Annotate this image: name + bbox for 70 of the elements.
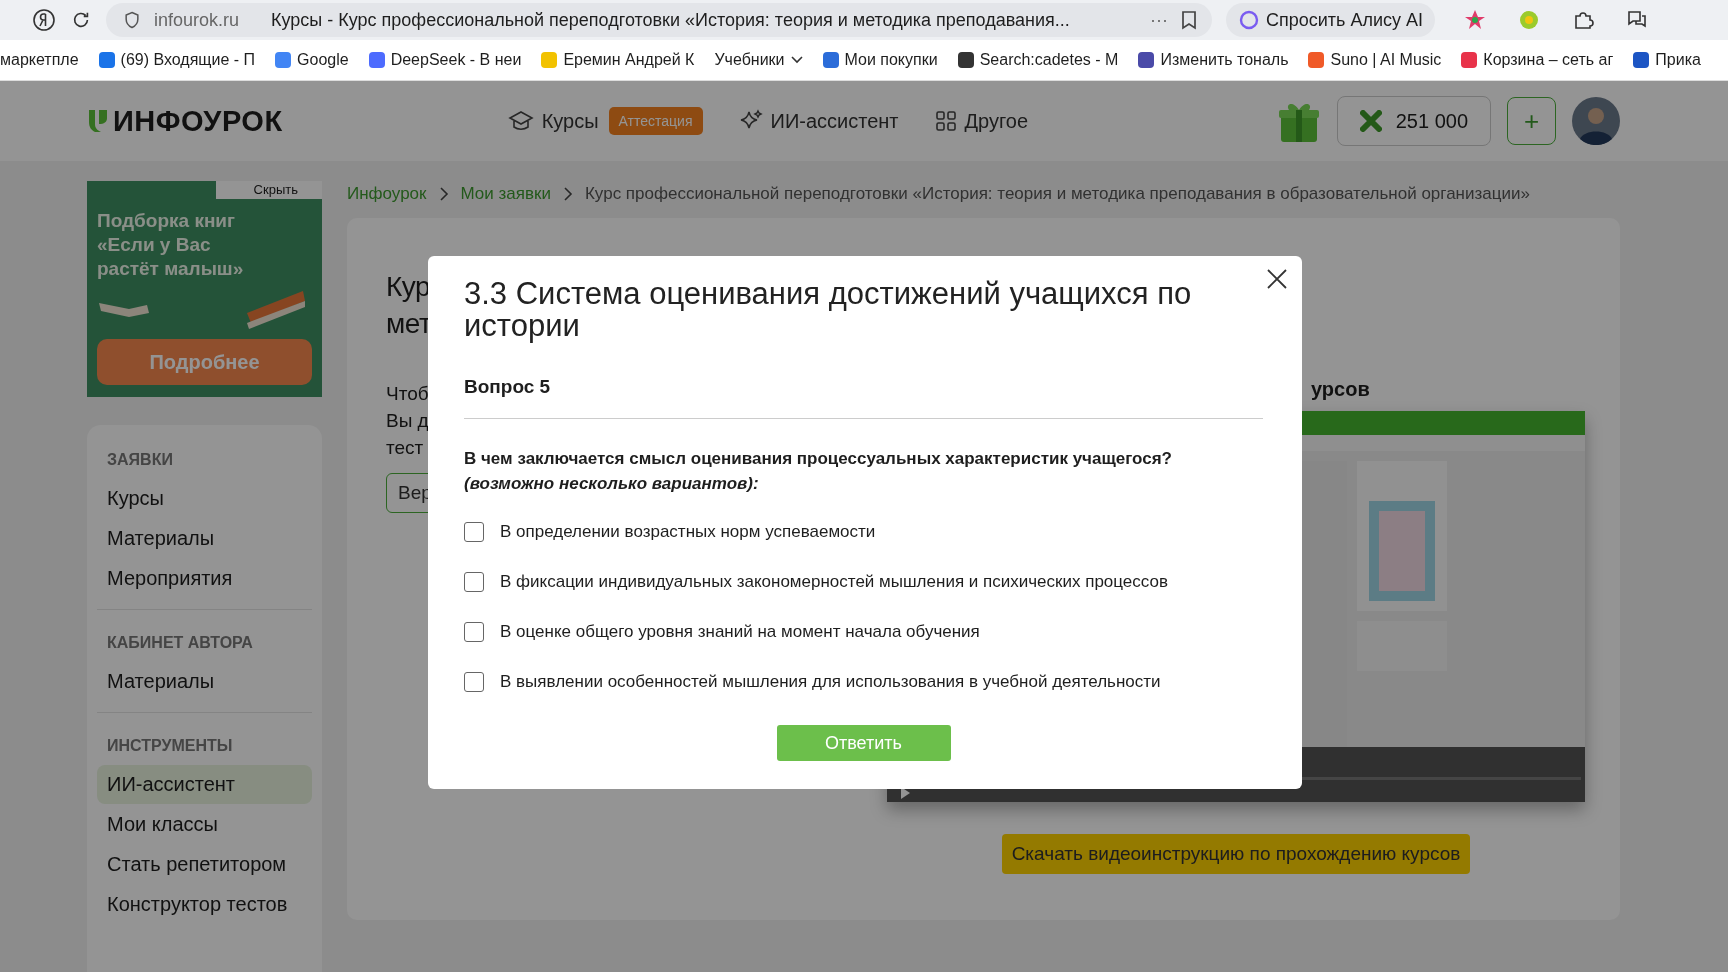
alice-button[interactable]: Спросить Алису AI bbox=[1226, 3, 1436, 37]
checkbox[interactable] bbox=[464, 522, 484, 542]
question-number: Вопрос 5 bbox=[464, 376, 1263, 419]
sidebar-item[interactable]: Материалы bbox=[97, 662, 312, 701]
close-icon[interactable] bbox=[1266, 268, 1288, 290]
section-heading: КАБИНЕТ АВТОРА bbox=[106, 633, 254, 653]
site-address: infourok.ru bbox=[154, 9, 240, 31]
grid-icon bbox=[934, 110, 957, 132]
caret-icon bbox=[790, 56, 803, 64]
option-label[interactable]: В фиксации индивидуальных закономерностей мышления и психических процессов bbox=[500, 572, 1168, 592]
breadcrumb-current: Курс профессиональной переподготовки «История: теория и методика преподавания в образовательной организации» bbox=[584, 184, 1530, 204]
address-bar[interactable]: infourok.ru Курсы - Курс профессиональной переподготовки «История: теория и методика преподавания... ··· bbox=[106, 3, 1212, 37]
bookmark[interactable]: Search:cadetes - M bbox=[957, 51, 1119, 69]
section-heading: ИНСТРУМЕНТЫ bbox=[106, 736, 234, 756]
sidebar-item[interactable]: Мероприятия bbox=[97, 559, 312, 598]
cross-icon bbox=[1359, 110, 1382, 132]
bookmark[interactable]: Прика bbox=[1633, 51, 1701, 69]
bookmark[interactable]: Мои покупки bbox=[822, 51, 938, 69]
section-heading: ЗАЯВКИ bbox=[106, 450, 174, 470]
bookmark[interactable]: Еремин Андрей К bbox=[541, 51, 695, 69]
course-title: Кур bbox=[386, 270, 431, 304]
description-text: Вы д bbox=[386, 409, 429, 433]
description-text: Чтоб bbox=[386, 382, 429, 406]
avatar[interactable] bbox=[1572, 97, 1620, 145]
page-title: Курсы - Курс профессиональной переподготовки «История: теория и методика преподавания... bbox=[271, 9, 1071, 31]
leaf-icon bbox=[87, 108, 109, 134]
sidebar-item[interactable]: Курсы bbox=[97, 479, 312, 518]
ad-banner[interactable]: Скрыть Подборка книг «Если у Вас растёт малыш» Подробнее bbox=[87, 181, 322, 397]
sidebar-item[interactable]: Материалы bbox=[97, 519, 312, 558]
question-hint: (возможно несколько вариантов): bbox=[464, 473, 760, 495]
hide-link[interactable]: Скрыть bbox=[215, 181, 322, 199]
ring-icon bbox=[1238, 9, 1260, 31]
site-logo[interactable]: ИНФОУРОК bbox=[113, 104, 283, 138]
option-label[interactable]: В определении возрастных норм успеваемости bbox=[500, 522, 876, 542]
chevron-icon bbox=[562, 187, 573, 201]
shield-icon bbox=[122, 10, 142, 30]
question-text: В чем заключается смысл оценивания процессуальных характеристик учащегося? bbox=[464, 448, 1173, 470]
bookmark[interactable]: маркетпле bbox=[0, 51, 79, 69]
option-label[interactable]: В оценке общего уровня знаний на момент начала обучения bbox=[500, 622, 980, 642]
option-label[interactable]: В выявлении особенностей мышления для использования в учебной деятельности bbox=[500, 672, 1161, 692]
nav-link[interactable]: ИИ-ассистент bbox=[738, 109, 899, 133]
description-text: тест bbox=[386, 436, 424, 460]
sidebar-item[interactable]: Конструктор тестов bbox=[97, 885, 312, 924]
bookmark[interactable]: Google bbox=[275, 51, 349, 69]
checkbox[interactable] bbox=[464, 672, 484, 692]
checkbox[interactable] bbox=[464, 622, 484, 642]
balance-button[interactable]: 251 000 bbox=[1336, 96, 1491, 146]
sidebar-item[interactable]: Мои классы bbox=[97, 805, 312, 844]
more-button[interactable]: ··· bbox=[1150, 9, 1168, 31]
bookmark[interactable]: Suno | AI Music bbox=[1308, 51, 1442, 69]
course-title: мет bbox=[386, 307, 432, 341]
bookmark[interactable]: Корзина – сеть аг bbox=[1461, 51, 1614, 69]
sidebar-item[interactable]: Стать репетитором bbox=[97, 845, 312, 884]
bookmark[interactable]: Изменить тональ bbox=[1138, 51, 1289, 69]
badge: Аттестация bbox=[608, 107, 703, 135]
download-button[interactable]: Скачать видеоинструкцию по прохождению курсов bbox=[1001, 834, 1471, 874]
ad-text: Подборка книг «Если у Вас растёт малыш» bbox=[97, 209, 245, 281]
yandex-browser-icon[interactable] bbox=[32, 8, 56, 32]
bookmark[interactable]: Учебники bbox=[714, 51, 803, 69]
bookmark[interactable]: DeepSeek - В неи bbox=[368, 51, 522, 69]
bookmark-icon[interactable] bbox=[1180, 10, 1198, 30]
chevron-icon bbox=[438, 187, 449, 201]
nav-link[interactable]: Другое bbox=[934, 109, 1029, 133]
dialog-title: 3.3 Система оценивания достижений учащихся по истории bbox=[464, 278, 1193, 342]
sidebar-item[interactable]: ИИ-ассистент bbox=[97, 765, 312, 804]
checkbox[interactable] bbox=[464, 572, 484, 592]
bookmark[interactable]: (69) Входящие - П bbox=[98, 51, 256, 69]
cap-icon bbox=[507, 109, 534, 133]
nav-link[interactable]: Курсы Аттестация bbox=[507, 107, 703, 135]
video-heading: урсов bbox=[1311, 378, 1370, 401]
